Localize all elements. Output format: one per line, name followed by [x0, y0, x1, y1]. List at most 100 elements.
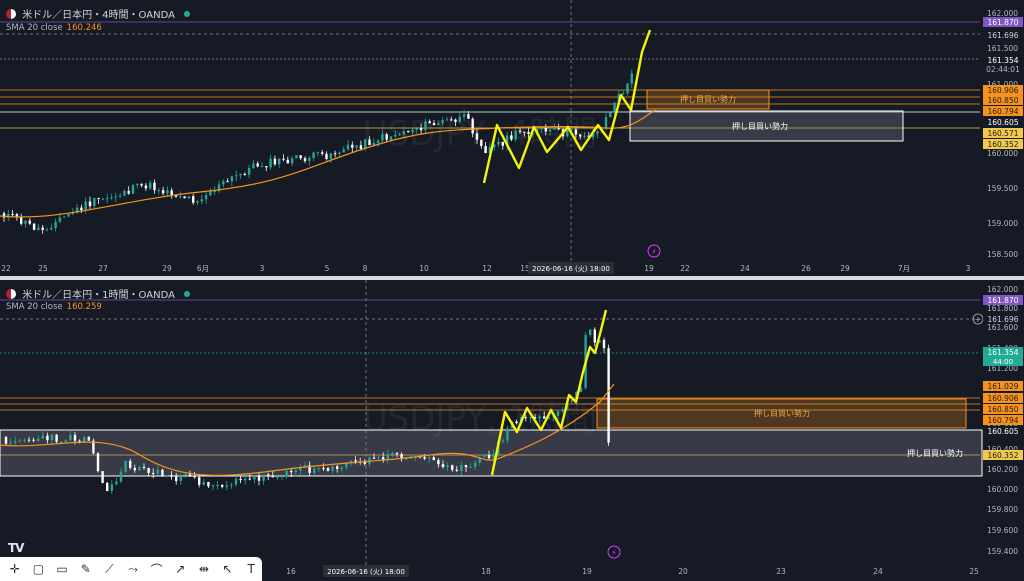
candle — [260, 166, 264, 168]
candle — [32, 223, 36, 230]
plus-glyph: + — [975, 315, 982, 324]
candle — [471, 118, 474, 134]
candle — [27, 439, 31, 441]
note-icon[interactable]: ▭ — [51, 559, 73, 579]
price-axis-label: 158.500 — [987, 250, 1018, 259]
candle — [58, 217, 62, 222]
candle — [18, 440, 21, 442]
measure-icon[interactable]: ⇹ — [193, 559, 215, 579]
candle — [464, 464, 468, 468]
trend-line-icon[interactable]: ⟋ — [99, 559, 121, 579]
price-badge-zone: 160.352 — [987, 451, 1018, 460]
candle — [83, 436, 86, 442]
candle — [280, 476, 284, 478]
chart-pane-4h[interactable]: 162.000161.500161.000160.500160.000159.5… — [0, 0, 1024, 276]
ray-icon[interactable]: ↗ — [169, 559, 191, 579]
candle — [67, 214, 70, 217]
chart-pane-1h[interactable]: 162.000161.800161.600161.400161.200161.0… — [0, 280, 1024, 581]
candle — [458, 116, 461, 122]
sma-label: SMA 20 close — [6, 302, 63, 312]
candle — [87, 436, 90, 441]
price-axis-label: 161.600 — [987, 323, 1018, 332]
candle — [474, 462, 477, 467]
alert-glyph: ⚡ — [652, 248, 657, 256]
candle — [355, 145, 358, 148]
candle — [248, 478, 251, 480]
candle — [589, 329, 592, 335]
candle — [359, 145, 363, 149]
candle — [395, 452, 399, 454]
candle — [501, 440, 504, 442]
market-open-status-icon — [184, 291, 191, 297]
rectangle-icon[interactable]: ▢ — [28, 559, 50, 579]
candle — [124, 460, 127, 472]
candle — [333, 153, 337, 155]
brush-icon[interactable]: ✎ — [75, 559, 97, 579]
symbol-title[interactable]: 米ドル／日本円・1時間・OANDA — [6, 286, 191, 301]
candle — [20, 217, 23, 224]
candle — [294, 470, 297, 473]
candle — [613, 102, 616, 113]
crosshair-time-label: 2026-06-16 (火) 18:00 — [327, 568, 405, 576]
candle — [484, 146, 487, 153]
price-badge: 161.696 — [987, 31, 1018, 40]
candle — [196, 201, 199, 203]
tradingview-logo: TV — [8, 541, 25, 555]
crosshair-icon[interactable]: ✛ — [4, 559, 26, 579]
candle — [437, 123, 440, 125]
trend-drawing[interactable] — [482, 29, 652, 184]
buy-zone-label: 押し目買い勢力 — [732, 121, 788, 131]
candle — [510, 135, 513, 140]
candle — [221, 485, 224, 487]
candle — [469, 466, 472, 468]
arc-icon[interactable]: ⌒ — [146, 559, 168, 579]
candle — [149, 182, 152, 189]
candle — [161, 190, 165, 194]
buy-zone-white[interactable] — [0, 429, 983, 477]
symbol-title[interactable]: 米ドル／日本円・4時間・OANDA — [6, 6, 191, 21]
market-open-status-icon — [184, 11, 191, 17]
candle — [428, 457, 431, 459]
candle — [462, 114, 466, 117]
sma-indicator-legend[interactable]: SMA 20 close 160.259 — [6, 302, 102, 312]
price-badge-zone: 160.571 — [987, 129, 1018, 138]
time-axis-label: 25 — [38, 264, 48, 273]
candle — [152, 472, 155, 474]
price-badge-zone: 160.605 — [987, 118, 1018, 127]
candle — [579, 134, 582, 137]
candle — [557, 128, 560, 130]
usd-jpy-flag-icon — [6, 9, 16, 19]
candle — [394, 134, 397, 137]
candle — [153, 182, 156, 191]
sma-indicator-legend[interactable]: SMA 20 close 160.246 — [6, 23, 102, 33]
candle — [345, 463, 348, 468]
path-icon[interactable]: ⤳ — [122, 559, 144, 579]
candle — [192, 196, 195, 203]
candle — [276, 476, 279, 478]
candle — [247, 168, 251, 175]
candle — [570, 400, 573, 402]
text-icon[interactable]: T — [240, 559, 262, 579]
time-axis-label: 19 — [644, 264, 654, 273]
candle — [45, 229, 49, 231]
price-badge-zone: 160.906 — [987, 86, 1018, 95]
candle — [97, 197, 100, 200]
candle — [24, 220, 27, 224]
cursor-icon[interactable]: ↖ — [217, 559, 239, 579]
buy-zone-label: 押し目買い勢力 — [907, 448, 963, 458]
time-axis-label: 25 — [969, 567, 979, 576]
candle — [377, 457, 380, 459]
candle — [252, 163, 255, 169]
candle — [407, 131, 410, 133]
sma-label: SMA 20 close — [6, 23, 63, 33]
chart-canvas-4h[interactable]: 162.000161.500161.000160.500160.000159.5… — [0, 0, 1024, 276]
price-badge-zone: 160.794 — [987, 416, 1018, 425]
price-badge-high: 161.870 — [987, 18, 1018, 27]
time-axis-label: 10 — [419, 264, 429, 273]
candle — [273, 158, 277, 165]
candle — [523, 131, 526, 133]
chart-canvas-1h[interactable]: 162.000161.800161.600161.400161.200161.0… — [0, 280, 1024, 581]
candle — [583, 135, 586, 137]
candle — [480, 139, 483, 147]
candle — [437, 460, 440, 465]
